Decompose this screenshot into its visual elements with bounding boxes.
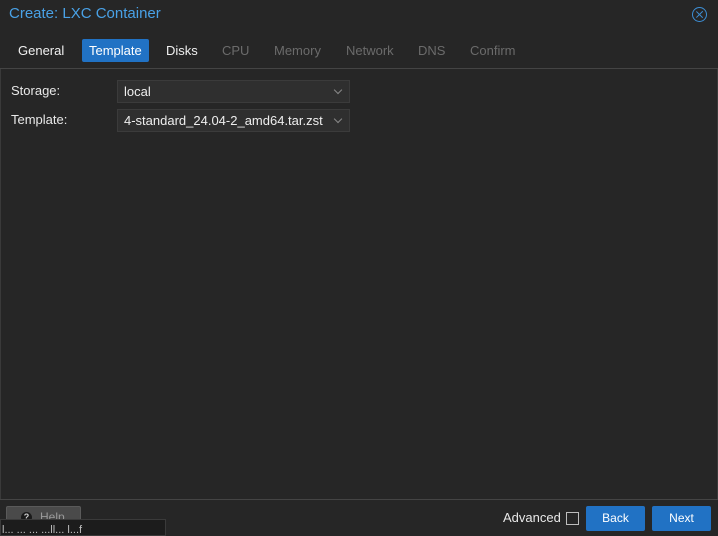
template-select[interactable]: 4-standard_24.04-2_amd64.tar.zst xyxy=(117,109,350,132)
tab-cpu: CPU xyxy=(222,43,250,58)
next-button[interactable]: Next xyxy=(652,506,711,531)
back-button[interactable]: Back xyxy=(586,506,645,531)
template-select-value: 4-standard_24.04-2_amd64.tar.zst xyxy=(124,113,323,128)
window-title: Create: LXC Container xyxy=(9,5,161,22)
tab-disks[interactable]: Disks xyxy=(159,39,205,62)
storage-select[interactable]: local xyxy=(117,80,350,103)
storage-select-value: local xyxy=(124,84,151,99)
tooltip-text: l... ... ... ...ll... l...f xyxy=(2,524,83,536)
template-label: Template: xyxy=(11,112,68,127)
wizard-panel: Storage: local Template: 4-standard_24.0… xyxy=(0,69,718,499)
tab-template[interactable]: Template xyxy=(82,39,149,62)
advanced-label: Advanced xyxy=(503,510,561,525)
wizard-tab-bar: General Template Disks CPU Memory Networ… xyxy=(0,32,718,69)
advanced-checkbox[interactable] xyxy=(566,512,579,525)
close-icon[interactable] xyxy=(692,7,707,22)
tab-dns: DNS xyxy=(418,43,446,58)
window-titlebar: Create: LXC Container xyxy=(0,0,718,32)
tab-confirm: Confirm xyxy=(470,43,516,58)
tab-general[interactable]: General xyxy=(11,39,71,62)
tooltip: l... ... ... ...ll... l...f xyxy=(0,519,166,536)
storage-label: Storage: xyxy=(11,83,61,98)
tab-network: Network xyxy=(346,43,394,58)
tab-memory: Memory xyxy=(274,43,321,58)
